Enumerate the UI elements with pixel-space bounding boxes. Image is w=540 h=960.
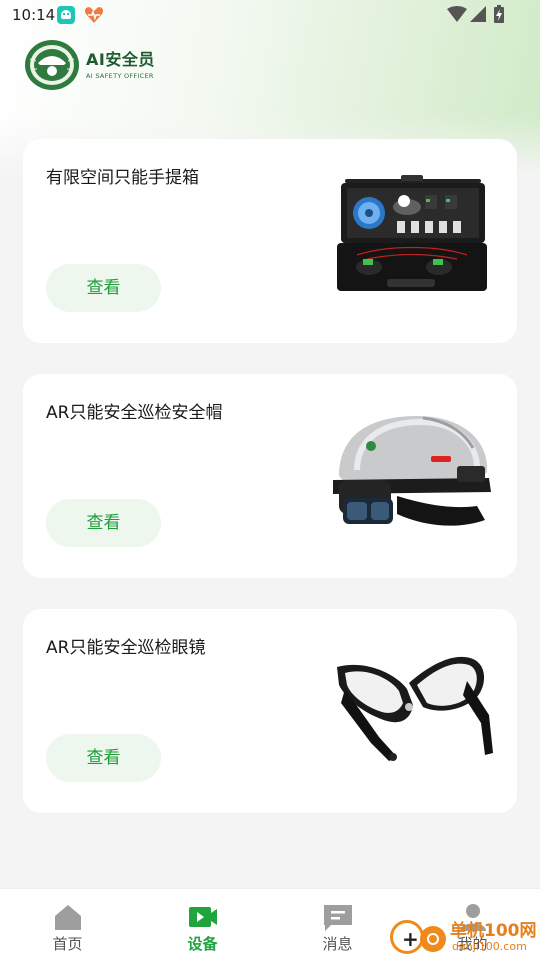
view-button[interactable]: 查看 [46, 264, 161, 312]
product-card-helmet[interactable]: AR只能安全巡检安全帽 查看 [23, 374, 517, 578]
card-title: AR只能安全巡检眼镜 [46, 638, 206, 658]
product-card-glasses[interactable]: AR只能安全巡检眼镜 查看 [23, 609, 517, 813]
heart-app-icon [84, 7, 104, 23]
status-bar: 10:14 [0, 0, 540, 30]
ar-glasses-image [337, 656, 493, 761]
nav-label-messages: 消息 [322, 935, 353, 953]
video-device-icon [189, 907, 217, 927]
card-title: 有限空间只能手提箱 [46, 168, 199, 188]
app-screen: 10:14 AI安全员 AI SAFETY OFFICER 有限空间只能手提箱 … [0, 0, 540, 960]
nav-item-messages[interactable]: 消息 [270, 889, 405, 960]
status-time: 10:14 [12, 6, 56, 24]
message-icon [324, 905, 352, 931]
view-button[interactable]: 查看 [46, 734, 161, 782]
brand-title: AI安全员 [86, 49, 155, 69]
toolbox-case-image [337, 175, 487, 291]
product-card-toolbox[interactable]: 有限空间只能手提箱 查看 [23, 139, 517, 343]
safety-emblem-logo [25, 40, 79, 90]
nav-item-devices[interactable]: 设备 [135, 889, 270, 960]
view-button[interactable]: 查看 [46, 499, 161, 547]
ar-helmet-image [333, 416, 491, 526]
site-watermark: + 单机100网 danji100.com [390, 918, 540, 960]
signal-icon [470, 6, 486, 22]
nav-item-home[interactable]: 首页 [0, 889, 135, 960]
watermark-plus-icon: + [390, 920, 424, 954]
card-title: AR只能安全巡检安全帽 [46, 403, 223, 423]
wifi-icon [447, 6, 467, 22]
nav-label-home: 首页 [52, 935, 83, 953]
nav-label-devices: 设备 [187, 935, 218, 953]
watermark-orange-icon [420, 926, 446, 952]
battery-charging-icon [494, 5, 504, 23]
brand-subtitle: AI SAFETY OFFICER [86, 71, 154, 80]
app-notification-icon [57, 6, 75, 24]
brand-header: AI安全员 AI SAFETY OFFICER [24, 38, 155, 92]
watermark-url: danji100.com [452, 940, 527, 953]
home-icon [55, 905, 81, 930]
watermark-text: 单机100网 [450, 921, 537, 941]
